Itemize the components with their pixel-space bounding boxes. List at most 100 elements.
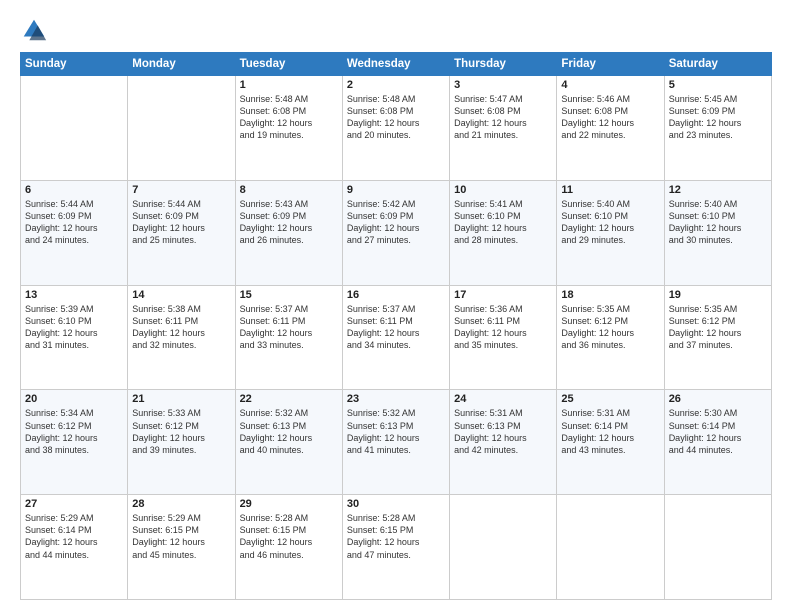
cell-info: Sunrise: 5:40 AMSunset: 6:10 PMDaylight:… (669, 199, 742, 245)
cell-info: Sunrise: 5:28 AMSunset: 6:15 PMDaylight:… (347, 513, 420, 559)
day-number: 26 (669, 393, 767, 405)
day-number: 1 (240, 79, 338, 91)
calendar-cell: 9 Sunrise: 5:42 AMSunset: 6:09 PMDaylight… (342, 180, 449, 285)
header (20, 16, 772, 44)
cell-info: Sunrise: 5:40 AMSunset: 6:10 PMDaylight:… (561, 199, 634, 245)
day-number: 3 (454, 79, 552, 91)
cell-info: Sunrise: 5:30 AMSunset: 6:14 PMDaylight:… (669, 408, 742, 454)
calendar-week-5: 27 Sunrise: 5:29 AMSunset: 6:14 PMDayligh… (21, 495, 772, 600)
cell-info: Sunrise: 5:47 AMSunset: 6:08 PMDaylight:… (454, 94, 527, 140)
calendar-cell: 29 Sunrise: 5:28 AMSunset: 6:15 PMDayligh… (235, 495, 342, 600)
calendar-header-monday: Monday (128, 53, 235, 76)
cell-info: Sunrise: 5:37 AMSunset: 6:11 PMDaylight:… (347, 304, 420, 350)
day-number: 29 (240, 498, 338, 510)
cell-info: Sunrise: 5:35 AMSunset: 6:12 PMDaylight:… (561, 304, 634, 350)
calendar-cell: 10 Sunrise: 5:41 AMSunset: 6:10 PMDayligh… (450, 180, 557, 285)
calendar-cell: 1 Sunrise: 5:48 AMSunset: 6:08 PMDaylight… (235, 76, 342, 181)
calendar-cell: 16 Sunrise: 5:37 AMSunset: 6:11 PMDayligh… (342, 285, 449, 390)
calendar-week-2: 6Sunrise: 5:44 AMSunset: 6:09 PMDaylight… (21, 180, 772, 285)
cell-info: Sunrise: 5:44 AMSunset: 6:09 PMDaylight:… (25, 199, 98, 245)
calendar-cell: 23Sunrise: 5:32 AMSunset: 6:13 PMDayligh… (342, 390, 449, 495)
cell-info: Sunrise: 5:33 AMSunset: 6:12 PMDaylight:… (132, 408, 205, 454)
day-number: 22 (240, 393, 338, 405)
cell-info: Sunrise: 5:32 AMSunset: 6:13 PMDaylight:… (347, 408, 420, 454)
calendar-cell: 2 Sunrise: 5:48 AMSunset: 6:08 PMDaylight… (342, 76, 449, 181)
calendar-cell: 27 Sunrise: 5:29 AMSunset: 6:14 PMDayligh… (21, 495, 128, 600)
cell-info: Sunrise: 5:37 AMSunset: 6:11 PMDaylight:… (240, 304, 313, 350)
calendar-cell: 17 Sunrise: 5:36 AMSunset: 6:11 PMDayligh… (450, 285, 557, 390)
cell-info: Sunrise: 5:31 AMSunset: 6:13 PMDaylight:… (454, 408, 527, 454)
day-number: 8 (240, 184, 338, 196)
day-number: 28 (132, 498, 230, 510)
calendar-cell (21, 76, 128, 181)
calendar-header-wednesday: Wednesday (342, 53, 449, 76)
day-number: 5 (669, 79, 767, 91)
calendar-cell: 28 Sunrise: 5:29 AMSunset: 6:15 PMDayligh… (128, 495, 235, 600)
calendar-header-saturday: Saturday (664, 53, 771, 76)
day-number: 11 (561, 184, 659, 196)
calendar-cell (557, 495, 664, 600)
day-number: 21 (132, 393, 230, 405)
day-number: 13 (25, 289, 123, 301)
calendar-cell: 22 Sunrise: 5:32 AMSunset: 6:13 PMDayligh… (235, 390, 342, 495)
cell-info: Sunrise: 5:41 AMSunset: 6:10 PMDaylight:… (454, 199, 527, 245)
cell-info: Sunrise: 5:29 AMSunset: 6:15 PMDaylight:… (132, 513, 205, 559)
calendar-header-row: SundayMondayTuesdayWednesdayThursdayFrid… (21, 53, 772, 76)
day-number: 18 (561, 289, 659, 301)
calendar-cell: 15 Sunrise: 5:37 AMSunset: 6:11 PMDayligh… (235, 285, 342, 390)
calendar-week-1: 1 Sunrise: 5:48 AMSunset: 6:08 PMDaylight… (21, 76, 772, 181)
calendar-cell: 24 Sunrise: 5:31 AMSunset: 6:13 PMDayligh… (450, 390, 557, 495)
day-number: 10 (454, 184, 552, 196)
day-number: 27 (25, 498, 123, 510)
day-number: 15 (240, 289, 338, 301)
day-number: 17 (454, 289, 552, 301)
day-number: 9 (347, 184, 445, 196)
calendar-cell (664, 495, 771, 600)
calendar-cell: 7 Sunrise: 5:44 AMSunset: 6:09 PMDaylight… (128, 180, 235, 285)
calendar-cell: 6Sunrise: 5:44 AMSunset: 6:09 PMDaylight… (21, 180, 128, 285)
page: SundayMondayTuesdayWednesdayThursdayFrid… (0, 0, 792, 612)
calendar-cell: 26 Sunrise: 5:30 AMSunset: 6:14 PMDayligh… (664, 390, 771, 495)
calendar-cell: 5Sunrise: 5:45 AMSunset: 6:09 PMDaylight… (664, 76, 771, 181)
calendar-cell (450, 495, 557, 600)
logo-icon (20, 16, 48, 44)
cell-info: Sunrise: 5:48 AMSunset: 6:08 PMDaylight:… (240, 94, 313, 140)
day-number: 16 (347, 289, 445, 301)
cell-info: Sunrise: 5:44 AMSunset: 6:09 PMDaylight:… (132, 199, 205, 245)
day-number: 7 (132, 184, 230, 196)
cell-info: Sunrise: 5:31 AMSunset: 6:14 PMDaylight:… (561, 408, 634, 454)
calendar-cell: 4 Sunrise: 5:46 AMSunset: 6:08 PMDaylight… (557, 76, 664, 181)
calendar-cell: 25Sunrise: 5:31 AMSunset: 6:14 PMDayligh… (557, 390, 664, 495)
calendar-header-sunday: Sunday (21, 53, 128, 76)
day-number: 4 (561, 79, 659, 91)
calendar-cell (128, 76, 235, 181)
cell-info: Sunrise: 5:42 AMSunset: 6:09 PMDaylight:… (347, 199, 420, 245)
cell-info: Sunrise: 5:35 AMSunset: 6:12 PMDaylight:… (669, 304, 742, 350)
cell-info: Sunrise: 5:28 AMSunset: 6:15 PMDaylight:… (240, 513, 313, 559)
cell-info: Sunrise: 5:39 AMSunset: 6:10 PMDaylight:… (25, 304, 98, 350)
day-number: 19 (669, 289, 767, 301)
calendar-table: SundayMondayTuesdayWednesdayThursdayFrid… (20, 52, 772, 600)
logo (20, 16, 52, 44)
calendar-cell: 8Sunrise: 5:43 AMSunset: 6:09 PMDaylight… (235, 180, 342, 285)
calendar-cell: 11 Sunrise: 5:40 AMSunset: 6:10 PMDayligh… (557, 180, 664, 285)
cell-info: Sunrise: 5:36 AMSunset: 6:11 PMDaylight:… (454, 304, 527, 350)
cell-info: Sunrise: 5:29 AMSunset: 6:14 PMDaylight:… (25, 513, 98, 559)
day-number: 14 (132, 289, 230, 301)
day-number: 30 (347, 498, 445, 510)
calendar-cell: 14Sunrise: 5:38 AMSunset: 6:11 PMDayligh… (128, 285, 235, 390)
cell-info: Sunrise: 5:34 AMSunset: 6:12 PMDaylight:… (25, 408, 98, 454)
day-number: 24 (454, 393, 552, 405)
day-number: 20 (25, 393, 123, 405)
day-number: 2 (347, 79, 445, 91)
cell-info: Sunrise: 5:32 AMSunset: 6:13 PMDaylight:… (240, 408, 313, 454)
calendar-cell: 18 Sunrise: 5:35 AMSunset: 6:12 PMDayligh… (557, 285, 664, 390)
calendar-cell: 13 Sunrise: 5:39 AMSunset: 6:10 PMDayligh… (21, 285, 128, 390)
calendar-cell: 12 Sunrise: 5:40 AMSunset: 6:10 PMDayligh… (664, 180, 771, 285)
cell-info: Sunrise: 5:48 AMSunset: 6:08 PMDaylight:… (347, 94, 420, 140)
cell-info: Sunrise: 5:46 AMSunset: 6:08 PMDaylight:… (561, 94, 634, 140)
calendar-cell: 19 Sunrise: 5:35 AMSunset: 6:12 PMDayligh… (664, 285, 771, 390)
day-number: 12 (669, 184, 767, 196)
calendar-cell: 20 Sunrise: 5:34 AMSunset: 6:12 PMDayligh… (21, 390, 128, 495)
calendar-week-4: 20 Sunrise: 5:34 AMSunset: 6:12 PMDayligh… (21, 390, 772, 495)
